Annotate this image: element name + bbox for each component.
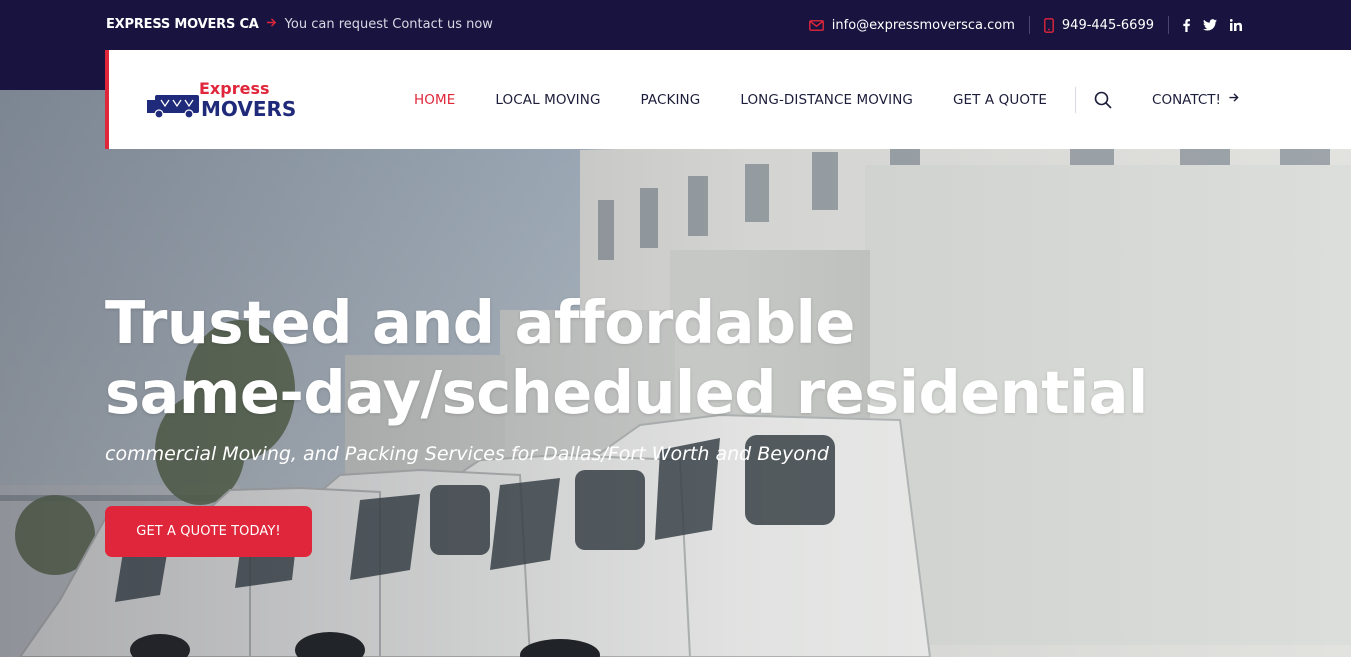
express-movers-logo[interactable]: Express MOVERS (145, 78, 315, 124)
nav-long-distance-moving[interactable]: LONG-DISTANCE MOVING (740, 92, 913, 108)
nav-packing[interactable]: PACKING (641, 92, 701, 108)
twitter-icon[interactable] (1203, 19, 1217, 31)
search-icon[interactable] (1094, 91, 1112, 109)
main-header: Express MOVERS HOME LOCAL MOVING PACKING… (105, 50, 1351, 149)
logo-text-movers: MOVERS (201, 97, 296, 121)
facebook-icon[interactable] (1183, 18, 1190, 32)
nav-divider (1075, 86, 1077, 113)
phone-icon (1044, 17, 1054, 33)
hero-subtitle: commercial Moving, and Packing Services … (105, 443, 829, 465)
top-bar-right: info@expressmoversca.com 949-445-6699 (808, 15, 1242, 35)
divider (1168, 16, 1169, 34)
nav-get-a-quote[interactable]: GET A QUOTE (953, 92, 1047, 108)
phone-link[interactable]: 949-445-6699 (1044, 18, 1154, 33)
arrow-right-icon (266, 17, 277, 32)
main-nav: HOME LOCAL MOVING PACKING LONG-DISTANCE … (414, 50, 1240, 149)
email-text: info@expressmoversca.com (831, 17, 1015, 33)
top-bar-brand: EXPRESS MOVERS CA (106, 17, 259, 32)
nav-local-moving[interactable]: LOCAL MOVING (495, 92, 600, 108)
get-quote-today-button[interactable]: GET A QUOTE TODAY! (105, 506, 312, 557)
nav-home[interactable]: HOME (414, 92, 455, 108)
hero-title: Trusted and affordable same-day/schedule… (105, 288, 1148, 428)
phone-text: 949-445-6699 (1061, 17, 1154, 33)
social-links (1183, 18, 1242, 32)
arrow-right-icon (1228, 92, 1240, 107)
hero-title-line-1: Trusted and affordable (105, 288, 855, 357)
hero-section: Trusted and affordable same-day/schedule… (0, 90, 1351, 657)
linkedin-icon[interactable] (1230, 19, 1242, 31)
top-bar-contact-note[interactable]: You can request Contact us now (285, 17, 493, 32)
email-link[interactable]: info@expressmoversca.com (808, 17, 1015, 33)
mail-icon (808, 19, 824, 31)
top-bar-left: EXPRESS MOVERS CA You can request Contac… (106, 17, 493, 32)
divider (1028, 16, 1030, 34)
logo-text-express: Express (199, 79, 270, 98)
contact-link[interactable]: CONATCT! (1152, 92, 1240, 108)
contact-link-label: CONATCT! (1152, 91, 1221, 108)
hero-title-line-2: same-day/scheduled residential (105, 358, 1148, 427)
